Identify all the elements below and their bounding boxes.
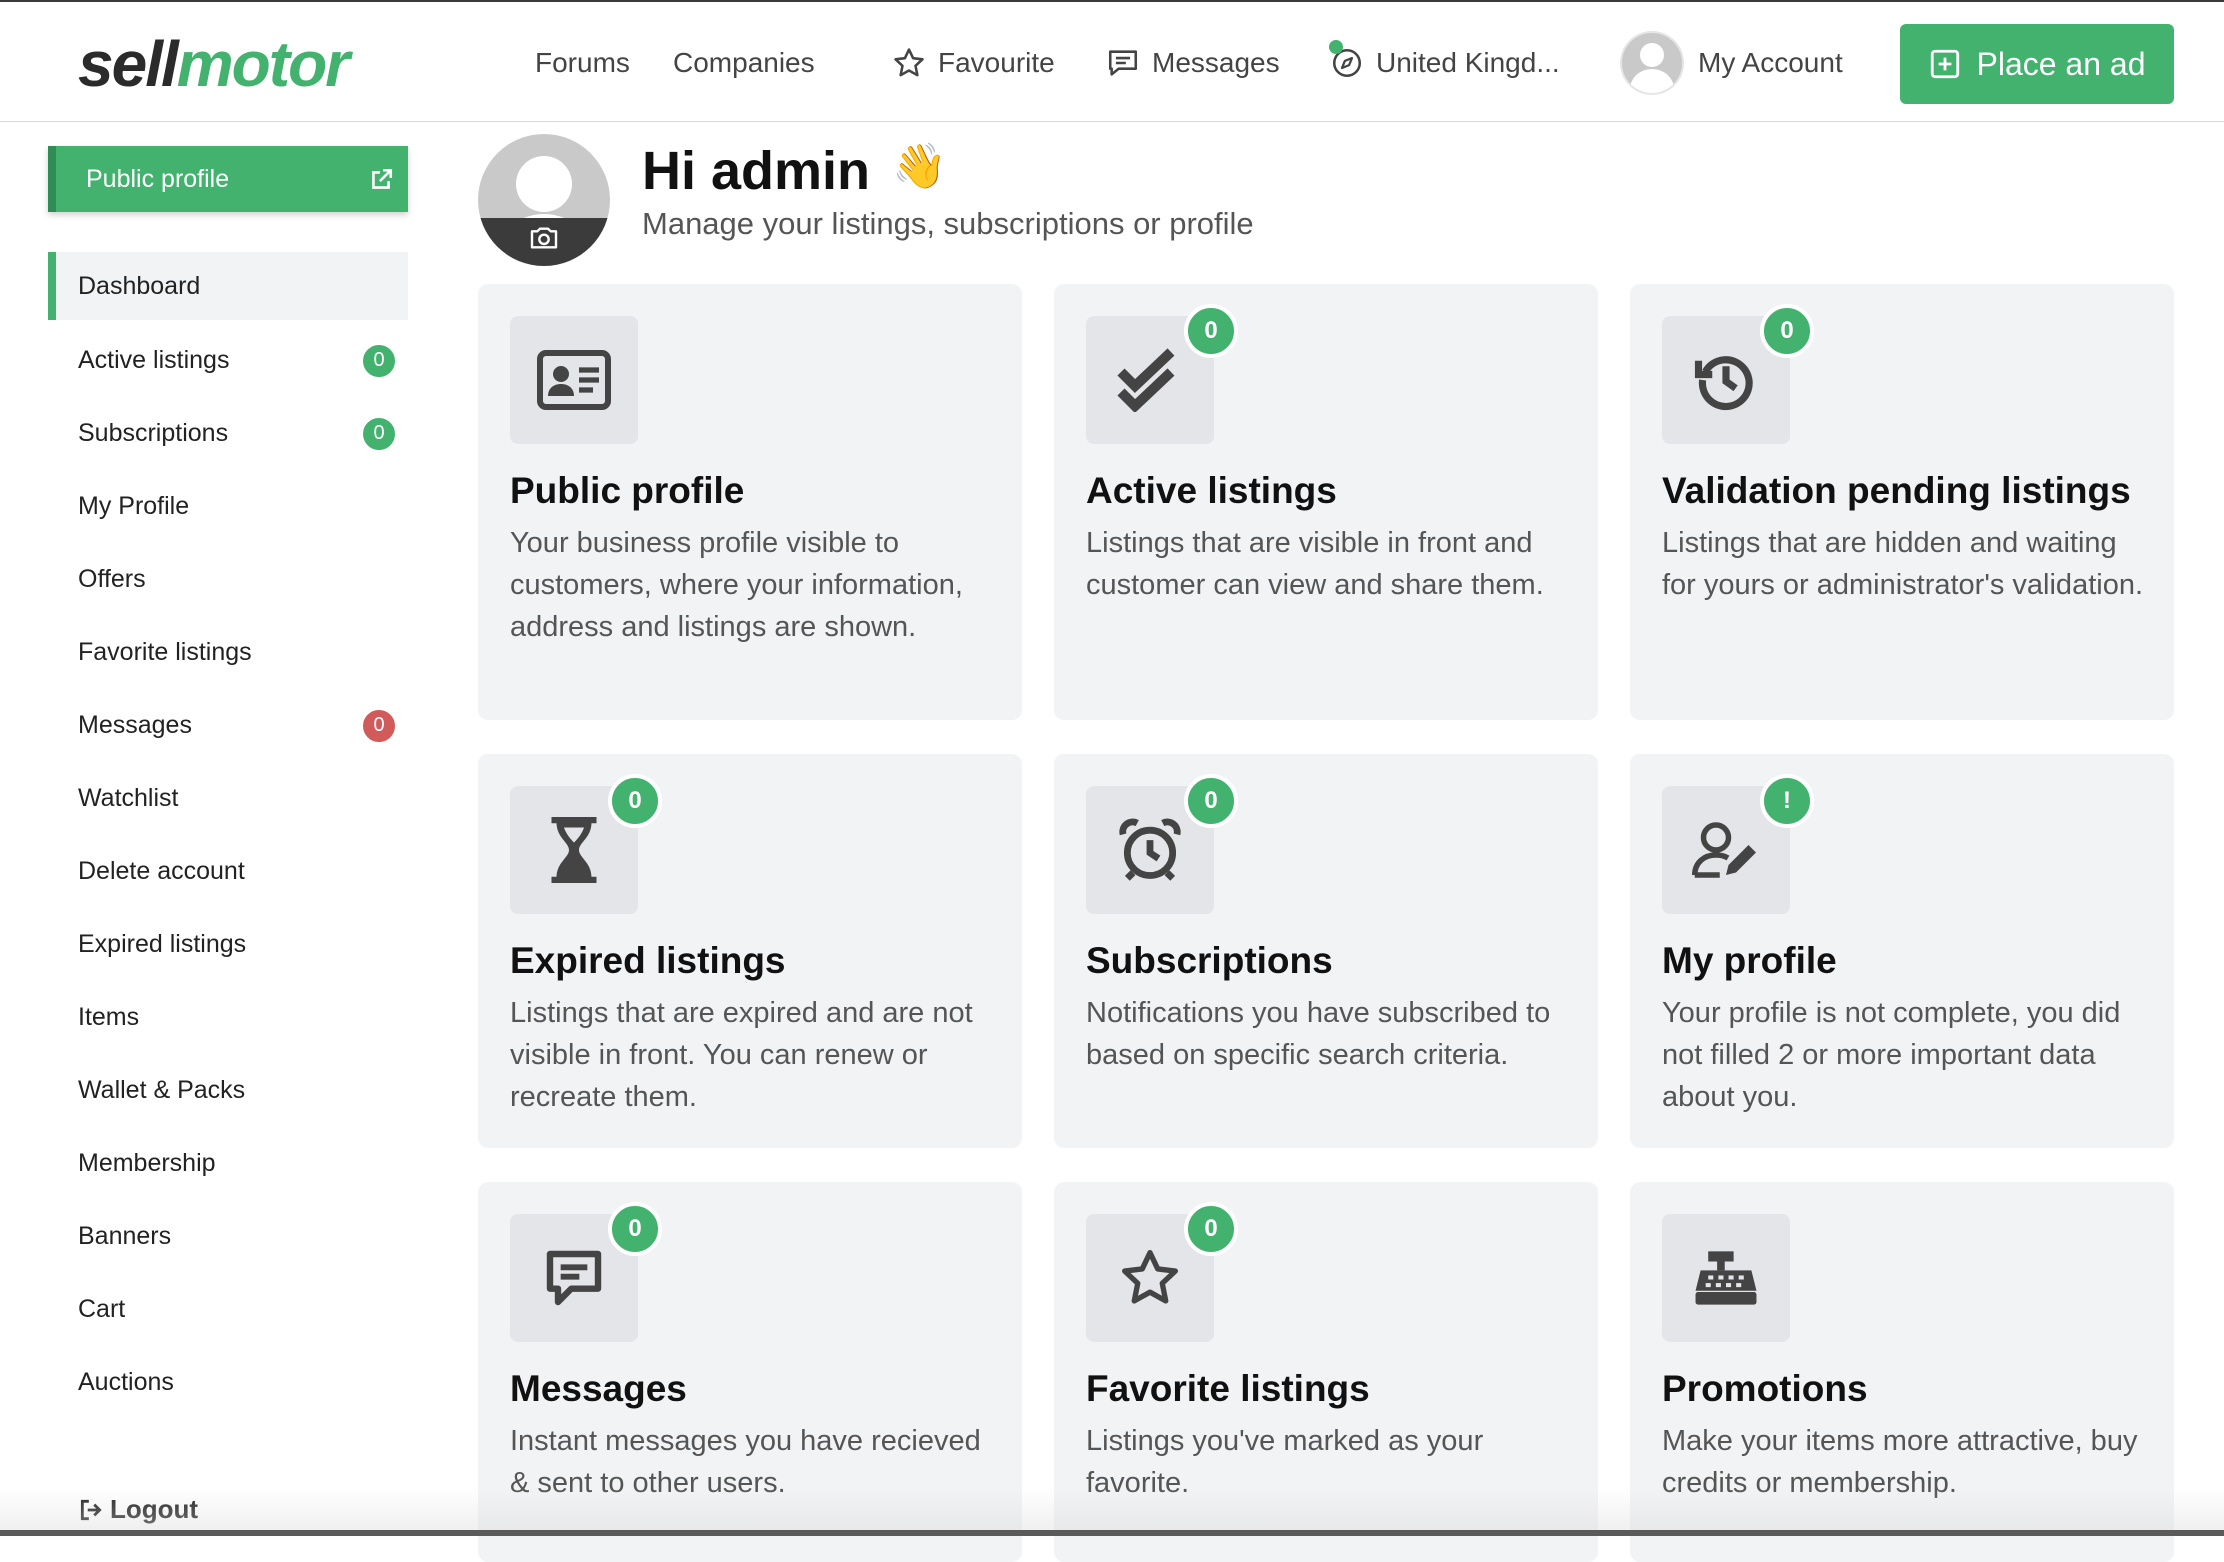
place-ad-button[interactable]: Place an ad (1900, 24, 2174, 104)
sidebar-item-offers[interactable]: Offers (48, 543, 408, 616)
window-bottom-edge (0, 1530, 2224, 1536)
card-favorite-listings[interactable]: 0 Favorite listings Listings you've mark… (1054, 1182, 1598, 1562)
card-subscriptions[interactable]: 0 Subscriptions Notifications you have s… (1054, 754, 1598, 1148)
logout-icon (80, 1499, 102, 1520)
card-messages[interactable]: 0 Messages Instant messages you have rec… (478, 1182, 1022, 1562)
count-badge: 0 (360, 414, 398, 453)
count-badge: 0 (360, 706, 398, 745)
plus-square-icon (1931, 49, 1960, 79)
nav-location[interactable]: United Kingd... (1330, 40, 1560, 86)
sidebar-item-watchlist[interactable]: Watchlist (48, 762, 408, 835)
nav-my-account[interactable]: My Account (1620, 30, 1843, 96)
wave-emoji-icon: 👋 (892, 142, 947, 191)
logo[interactable]: sellmotor (78, 26, 350, 102)
star-icon (894, 48, 924, 77)
online-dot (1329, 40, 1343, 54)
card-promotions[interactable]: Promotions Make your items more attracti… (1630, 1182, 2174, 1562)
card-validation-pending[interactable]: 0 Validation pending listings Listings t… (1630, 284, 2174, 720)
external-link-icon (372, 168, 393, 189)
sidebar-item-my-profile[interactable]: My Profile (48, 470, 408, 543)
sidebar-item-wallet-packs[interactable]: Wallet & Packs (48, 1054, 408, 1127)
sidebar-item-subscriptions[interactable]: Subscriptions 0 (48, 397, 408, 470)
count-badge: 0 (608, 774, 662, 828)
card-public-profile[interactable]: Public profile Your business profile vis… (478, 284, 1022, 720)
sidebar-item-messages[interactable]: Messages 0 (48, 689, 408, 762)
sidebar-item-active-listings[interactable]: Active listings 0 (48, 324, 408, 397)
id-card-icon (510, 316, 638, 444)
page-subtitle: Manage your listings, subscriptions or p… (642, 206, 1254, 241)
sidebar-public-profile-button[interactable]: Public profile (48, 146, 408, 212)
top-header: sellmotor Forums Companies Favourite Mes… (0, 0, 2224, 122)
warning-badge: ! (1760, 774, 1814, 828)
message-icon (1108, 50, 1138, 76)
sidebar-item-auctions[interactable]: Auctions (48, 1346, 408, 1419)
sidebar-item-favorite-listings[interactable]: Favorite listings (48, 616, 408, 689)
profile-avatar[interactable] (478, 134, 610, 266)
nav-forums[interactable]: Forums (535, 40, 630, 86)
sidebar-item-dashboard[interactable]: Dashboard (48, 252, 408, 320)
count-badge: 0 (1184, 1202, 1238, 1256)
count-badge: 0 (608, 1202, 662, 1256)
logout-button[interactable]: Logout (78, 1494, 198, 1525)
card-my-profile[interactable]: ! My profile Your profile is not complet… (1630, 754, 2174, 1148)
sidebar-item-cart[interactable]: Cart (48, 1273, 408, 1346)
sidebar-item-membership[interactable]: Membership (48, 1127, 408, 1200)
sidebar-item-banners[interactable]: Banners (48, 1200, 408, 1273)
page-title: Hi admin 👋 (642, 141, 947, 201)
nav-companies[interactable]: Companies (673, 40, 815, 86)
cash-register-icon (1662, 1214, 1790, 1342)
nav-favourite[interactable]: Favourite (892, 40, 1055, 86)
sidebar-item-items[interactable]: Items (48, 981, 408, 1054)
card-expired-listings[interactable]: 0 Expired listings Listings that are exp… (478, 754, 1022, 1148)
count-badge: 0 (1184, 774, 1238, 828)
count-badge: 0 (1184, 304, 1238, 358)
card-active-listings[interactable]: 0 Active listings Listings that are visi… (1054, 284, 1598, 720)
count-badge: 0 (360, 341, 398, 380)
nav-messages[interactable]: Messages (1106, 40, 1280, 86)
count-badge: 0 (1760, 304, 1814, 358)
avatar (1620, 31, 1684, 95)
sidebar-item-expired-listings[interactable]: Expired listings (48, 908, 408, 981)
sidebar-menu: Dashboard Active listings 0 Subscriptions… (48, 252, 408, 1419)
camera-icon[interactable] (478, 218, 610, 266)
sidebar-item-delete-account[interactable]: Delete account (48, 835, 408, 908)
